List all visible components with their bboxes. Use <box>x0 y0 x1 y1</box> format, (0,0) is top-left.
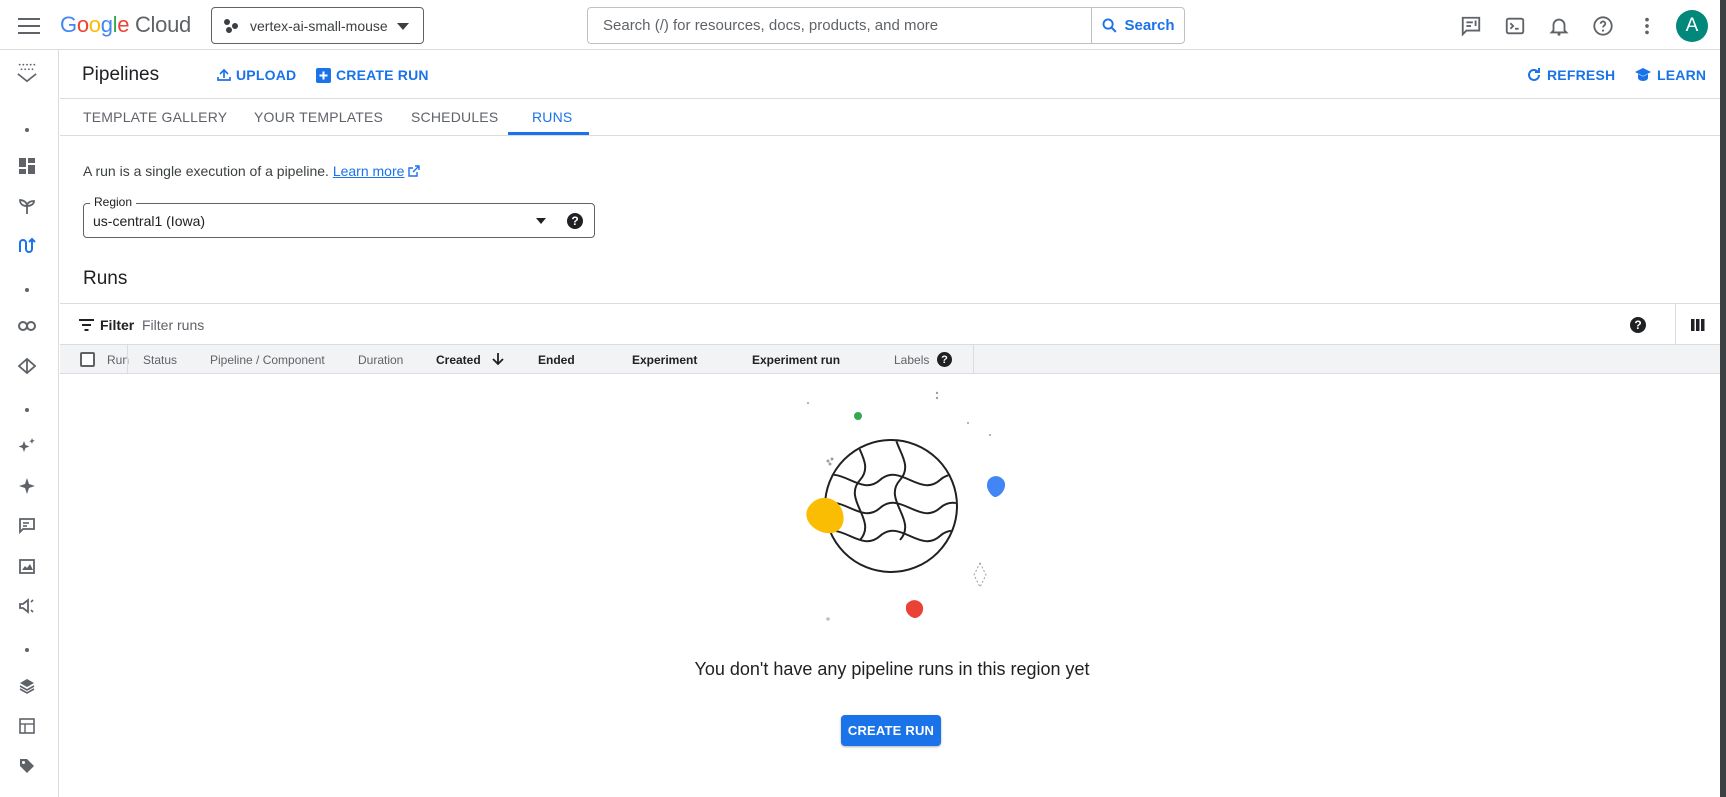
nav-separator <box>25 648 29 652</box>
empty-state-message: You don't have any pipeline runs in this… <box>694 659 1090 679</box>
chevron-down-icon <box>397 23 409 30</box>
select-all-checkbox[interactable] <box>80 352 95 367</box>
empty-state-illustration <box>806 391 1006 621</box>
terminal-icon[interactable] <box>1500 11 1530 41</box>
column-header-experiment-run[interactable]: Experiment run <box>752 353 840 367</box>
dashboard-icon[interactable] <box>16 155 38 177</box>
filter-input[interactable] <box>142 312 1442 338</box>
search-bar: Search <box>587 7 1185 44</box>
learn-more-link[interactable]: Learn more <box>333 163 405 179</box>
search-button[interactable]: Search <box>1091 8 1184 43</box>
tab-runs[interactable]: RUNS <box>532 109 572 125</box>
tab-template-gallery[interactable]: TEMPLATE GALLERY <box>83 109 227 125</box>
notifications-icon[interactable] <box>1544 11 1574 41</box>
upload-icon <box>217 68 231 81</box>
column-divider <box>127 345 128 374</box>
column-display-button[interactable] <box>1675 304 1720 345</box>
filter-help-icon[interactable]: ? <box>1630 317 1646 333</box>
open-in-new-icon <box>408 165 421 177</box>
intro-text: A run is a single execution of a pipelin… <box>83 163 421 179</box>
filter-bar: Filter ? <box>60 303 1720 345</box>
labels-help-icon[interactable]: ? <box>937 352 952 367</box>
create-run-header-button[interactable]: CREATE RUN <box>316 67 429 83</box>
upload-button[interactable]: UPLOAD <box>217 67 296 83</box>
refresh-icon <box>1528 68 1540 81</box>
page-header: Pipelines UPLOAD CREATE RUN REFRESH LEAR… <box>60 50 1720 99</box>
region-help-icon[interactable]: ? <box>567 213 583 229</box>
top-bar: Google Cloud vertex-ai-small-mouse Searc… <box>0 0 1726 50</box>
nav-separator <box>25 288 29 292</box>
workbench-icon[interactable] <box>16 315 38 337</box>
learn-button[interactable]: LEARN <box>1634 67 1706 83</box>
refresh-button[interactable]: REFRESH <box>1526 67 1615 83</box>
table-header: Run Status Pipeline / Component Duration… <box>60 345 1720 374</box>
dropdown-arrow-icon <box>536 218 546 224</box>
column-header-pipeline[interactable]: Pipeline / Component <box>210 353 325 367</box>
nav-separator <box>25 128 29 132</box>
column-header-run[interactable]: Run <box>107 353 129 367</box>
arrow-downward-icon <box>492 353 504 366</box>
tab-schedules[interactable]: SCHEDULES <box>411 109 498 125</box>
project-name: vertex-ai-small-mouse <box>250 17 388 34</box>
nav-separator <box>25 408 29 412</box>
filter-list-icon <box>79 319 94 331</box>
region-label: Region <box>90 195 137 209</box>
region-value: us-central1 (Iowa) <box>93 213 206 229</box>
prompt-icon[interactable] <box>16 515 38 537</box>
pipelines-icon[interactable] <box>16 235 38 257</box>
create-run-button[interactable]: CREATE RUN <box>841 715 941 746</box>
avatar[interactable]: A <box>1676 10 1708 42</box>
column-header-experiment[interactable]: Experiment <box>632 353 697 367</box>
tab-bar: TEMPLATE GALLERY YOUR TEMPLATES SCHEDULE… <box>60 99 1720 136</box>
runs-section-title: Runs <box>83 268 128 289</box>
school-icon <box>1635 68 1651 81</box>
column-divider <box>973 345 974 374</box>
region-select[interactable]: Region us-central1 (Iowa) ? <box>83 195 595 238</box>
left-nav <box>0 50 59 797</box>
project-icon <box>224 18 240 34</box>
tag-icon[interactable] <box>16 755 38 777</box>
vertex-ai-icon[interactable] <box>16 61 38 83</box>
google-cloud-logo[interactable]: Google Cloud <box>60 12 191 38</box>
feedback-icon[interactable] <box>1456 11 1486 41</box>
top-actions: A <box>1456 10 1708 42</box>
help-icon[interactable] <box>1588 11 1618 41</box>
model-garden-icon[interactable] <box>16 195 38 217</box>
active-tab-indicator <box>508 132 589 135</box>
column-header-ended[interactable]: Ended <box>538 353 575 367</box>
labeling-icon[interactable] <box>16 715 38 737</box>
column-header-created[interactable]: Created <box>436 353 504 367</box>
generative-ai-icon[interactable] <box>16 435 38 457</box>
column-header-duration[interactable]: Duration <box>358 353 403 367</box>
sparkle-icon[interactable] <box>16 475 38 497</box>
column-header-status[interactable]: Status <box>143 353 177 367</box>
search-input[interactable] <box>588 8 1091 43</box>
add-box-icon <box>316 67 331 83</box>
colab-icon[interactable] <box>16 355 38 377</box>
filter-button[interactable]: Filter <box>79 317 134 333</box>
vision-icon[interactable] <box>16 555 38 577</box>
page-title: Pipelines <box>82 64 160 85</box>
more-vert-icon[interactable] <box>1632 11 1662 41</box>
column-header-labels[interactable]: Labels <box>894 353 929 367</box>
view-column-icon <box>1691 318 1705 331</box>
tab-your-templates[interactable]: YOUR TEMPLATES <box>254 109 383 125</box>
search-icon <box>1103 18 1118 33</box>
project-picker[interactable]: vertex-ai-small-mouse <box>211 7 424 44</box>
main-menu-icon[interactable] <box>18 15 40 35</box>
speech-icon[interactable] <box>16 595 38 617</box>
